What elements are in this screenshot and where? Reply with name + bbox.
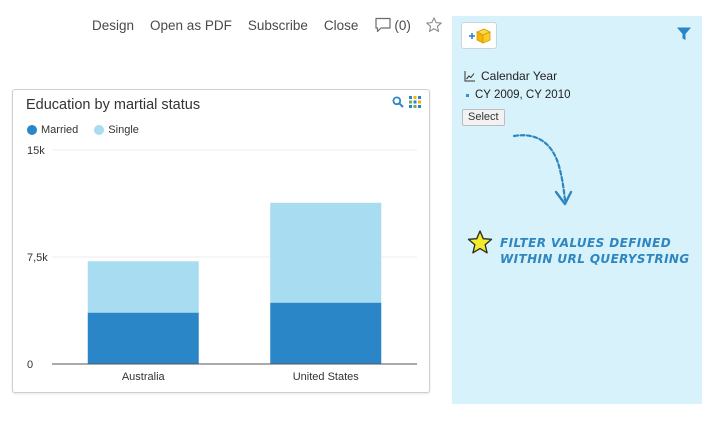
- legend-swatch-single: [94, 125, 105, 135]
- star-icon: [467, 230, 493, 254]
- comment-icon: [375, 17, 391, 33]
- add-dimension-button[interactable]: [461, 22, 497, 49]
- bar-single-united-states: [270, 202, 382, 303]
- y-tick-label: 0: [27, 359, 33, 371]
- star-outline-icon: [426, 17, 442, 32]
- funnel-icon: [677, 27, 691, 40]
- bar-married-united-states: [270, 302, 382, 364]
- chart-title: Education by martial status: [26, 97, 201, 113]
- legend-swatch-married: [27, 125, 37, 135]
- legend-item-single[interactable]: Single: [94, 124, 139, 136]
- filter-funnel-button[interactable]: [676, 26, 692, 42]
- filter-panel: Calendar Year CY 2009, CY 2010 Select Fi…: [452, 16, 702, 404]
- favorite-button[interactable]: [425, 16, 443, 34]
- card-tools: [387, 96, 421, 108]
- bar-single-australia: [87, 261, 199, 313]
- close-link[interactable]: Close: [324, 18, 359, 33]
- top-toolbar: Design Open as PDF Subscribe Close (0): [92, 14, 443, 36]
- open-pdf-link[interactable]: Open as PDF: [150, 18, 232, 33]
- widget-grid-icon[interactable]: [409, 96, 421, 108]
- filter-field-label: Calendar Year: [481, 69, 558, 83]
- legend-item-married[interactable]: Married: [27, 124, 78, 136]
- y-tick-label: 15k: [27, 145, 45, 157]
- filter-value: CY 2009, CY 2010: [466, 89, 570, 101]
- curved-arrow-icon: [512, 134, 573, 206]
- select-button[interactable]: Select: [462, 109, 505, 126]
- comments-count: (0): [394, 17, 411, 33]
- x-tick-label: Australia: [122, 371, 166, 383]
- filter-field[interactable]: Calendar Year: [464, 69, 557, 83]
- search-icon[interactable]: [392, 96, 404, 108]
- cube-icon: [469, 28, 491, 44]
- bar-married-australia: [87, 312, 199, 364]
- comments-button[interactable]: (0): [374, 17, 411, 33]
- legend-label-married: Married: [41, 124, 79, 136]
- chart-card: 0 7,5k 15k Australia United States Education…: [12, 89, 430, 393]
- chart-legend: Married Single: [27, 124, 155, 136]
- annotation-note: Filter values defined within URL queryst…: [500, 236, 690, 266]
- design-link[interactable]: Design: [92, 18, 134, 33]
- trend-chart-icon: [464, 70, 475, 81]
- legend-label-single: Single: [108, 124, 139, 136]
- y-tick-label: 7,5k: [27, 252, 48, 264]
- filter-value-text: CY 2009, CY 2010: [475, 89, 571, 101]
- x-tick-label: United States: [293, 371, 360, 383]
- bullet-icon: [466, 93, 469, 97]
- subscribe-link[interactable]: Subscribe: [248, 18, 308, 33]
